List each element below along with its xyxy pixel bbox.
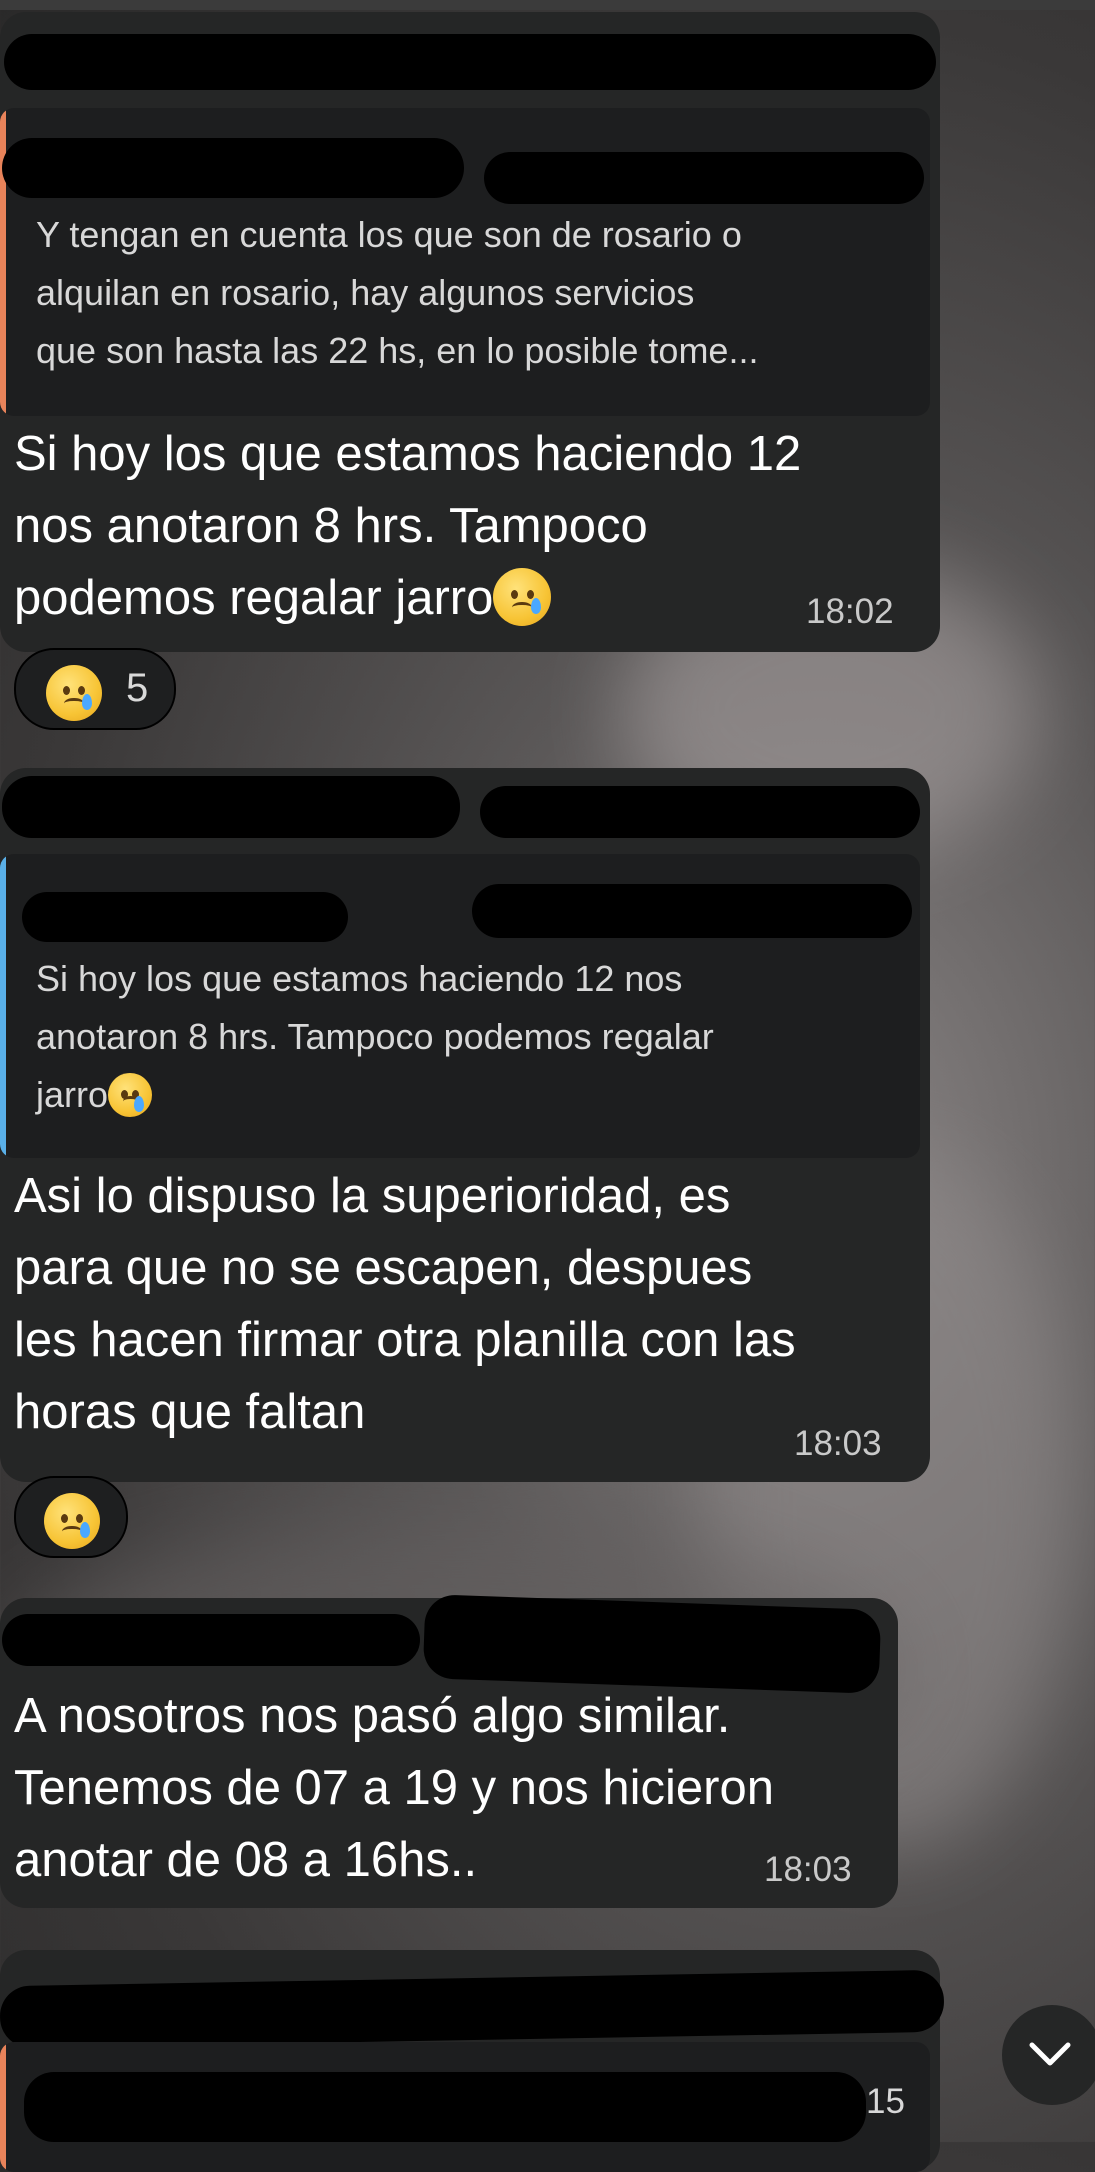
crying-face-icon (493, 568, 552, 626)
redacted-sender (2, 1614, 420, 1666)
redacted-quote-author (2, 138, 464, 198)
message-time: 18:03 (764, 1850, 852, 1889)
scroll-down-button[interactable] (1002, 2005, 1095, 2105)
top-divider (0, 0, 1095, 10)
partial-time: 15 (866, 2082, 905, 2121)
redacted-sender-meta (480, 786, 920, 838)
redacted-quote-meta (484, 152, 924, 204)
redacted-sender-meta (422, 1594, 882, 1694)
redacted-sender (4, 34, 936, 90)
message-bubble[interactable]: 15 (0, 1950, 945, 2172)
crying-face-icon (108, 1073, 153, 1117)
reaction-count: 5 (126, 666, 149, 710)
message-time: 18:02 (806, 592, 894, 631)
quote-accent-bar (0, 854, 6, 1158)
redacted-quote-author (22, 892, 348, 942)
reply-quote[interactable]: 15 (0, 2042, 930, 2172)
quote-text: Si hoy los que estamos haciendo 12 nos a… (36, 958, 714, 1117)
redacted-quote-meta (472, 884, 912, 938)
message-bubble[interactable]: A nosotros nos pasó algo similar. Tenemo… (0, 1594, 898, 1908)
crying-face-icon (46, 665, 102, 721)
message-text: Asi lo dispuso la superioridad, es para … (14, 1169, 796, 1439)
reply-quote[interactable]: Si hoy los que estamos haciendo 12 nos a… (0, 854, 920, 1158)
message-text: Si hoy los que estamos haciendo 12 nos a… (14, 427, 802, 626)
redacted-quote (24, 2072, 866, 2142)
quote-accent-bar (0, 2042, 6, 2172)
quote-text: Y tengan en cuenta los que son de rosari… (36, 214, 759, 371)
reaction-chip[interactable]: 5 (14, 648, 176, 730)
reaction-chip[interactable] (14, 1476, 128, 1558)
message-text: A nosotros nos pasó algo similar. Tenemo… (14, 1689, 774, 1887)
message-bubble[interactable]: Y tengan en cuenta los que son de rosari… (0, 12, 940, 652)
chevron-down-icon (1029, 2042, 1071, 2066)
redacted-sender (2, 776, 460, 838)
message-bubble[interactable]: Si hoy los que estamos haciendo 12 nos a… (0, 768, 930, 1482)
redacted-sender (0, 1969, 945, 2049)
sad-relieved-face-icon (44, 1493, 100, 1549)
reply-quote[interactable]: Y tengan en cuenta los que son de rosari… (0, 108, 930, 416)
message-time: 18:03 (794, 1424, 882, 1463)
